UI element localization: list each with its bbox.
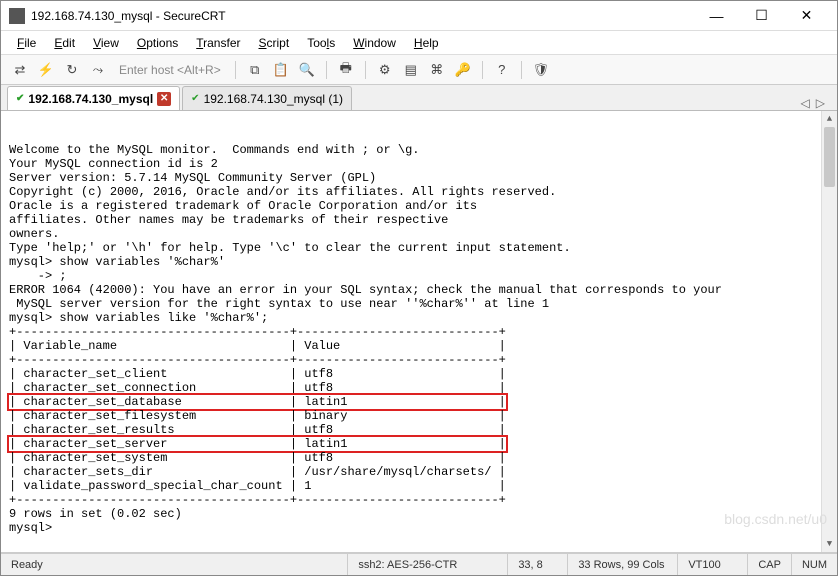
- separator: [521, 61, 522, 79]
- status-check-icon: ✔: [16, 93, 24, 104]
- terminal-line: MySQL server version for the right synta…: [9, 297, 829, 311]
- terminal-line: ERROR 1064 (42000): You have an error in…: [9, 283, 829, 297]
- terminal-line: | character_set_filesystem | binary |: [9, 409, 829, 423]
- menu-transfer[interactable]: Transfer: [188, 34, 248, 52]
- terminal-line: -> ;: [9, 269, 829, 283]
- lock-icon[interactable]: 🔑: [452, 59, 474, 81]
- toolbar: ⇄ ⚡ ↻ ⤳ Enter host <Alt+R> ⧉ 📋 🔍 🖶 ⚙ ▤ ⌘…: [1, 55, 837, 85]
- terminal-line: Oracle is a registered trademark of Orac…: [9, 199, 829, 213]
- help-icon[interactable]: ?: [491, 59, 513, 81]
- scroll-thumb[interactable]: [824, 127, 835, 187]
- terminal-line: mysql> show variables like '%char%';: [9, 311, 829, 325]
- separator: [365, 61, 366, 79]
- menu-script[interactable]: Script: [251, 34, 298, 52]
- terminal-line: +--------------------------------------+…: [9, 493, 829, 507]
- terminal-line: 9 rows in set (0.02 sec): [9, 507, 829, 521]
- disconnect-icon[interactable]: ⤳: [87, 59, 109, 81]
- paste-icon[interactable]: 📋: [270, 59, 292, 81]
- copy-icon[interactable]: ⧉: [244, 59, 266, 81]
- tab-close-icon[interactable]: ✕: [157, 92, 171, 106]
- minimize-button[interactable]: —: [694, 1, 739, 31]
- tabbar: ✔ 192.168.74.130_mysql ✕ ✔ 192.168.74.130_my…: [1, 85, 837, 111]
- terminal-line: +--------------------------------------+…: [9, 353, 829, 367]
- tab-label: 192.168.74.130_mysql (1): [204, 92, 343, 106]
- terminal-line: mysql> show variables '%char%': [9, 255, 829, 269]
- status-num: NUM: [792, 554, 837, 575]
- terminal-line: | character_sets_dir | /usr/share/mysql/…: [9, 465, 829, 479]
- settings-icon[interactable]: ⚙: [374, 59, 396, 81]
- scroll-up-icon[interactable]: ▲: [822, 111, 837, 127]
- terminal-line: | Variable_name | Value |: [9, 339, 829, 353]
- scrollbar-vertical[interactable]: ▲ ▼: [821, 111, 837, 552]
- terminal-line: owners.: [9, 227, 829, 241]
- menu-options[interactable]: Options: [129, 34, 186, 52]
- keymap-icon[interactable]: ⌘: [426, 59, 448, 81]
- terminal-line: Welcome to the MySQL monitor. Commands e…: [9, 143, 829, 157]
- menu-window[interactable]: Window: [345, 34, 404, 52]
- window-controls: — ☐ ✕: [694, 1, 829, 31]
- titlebar: 192.168.74.130_mysql - SecureCRT — ☐ ✕: [1, 1, 837, 31]
- app-icon: [9, 8, 25, 24]
- quick-connect-icon[interactable]: ⚡: [35, 59, 57, 81]
- status-termtype: VT100: [678, 554, 748, 575]
- status-cap: CAP: [748, 554, 792, 575]
- terminal-line: Your MySQL connection id is 2: [9, 157, 829, 171]
- menu-view[interactable]: View: [85, 34, 127, 52]
- tab-nav: ◁ ▷: [795, 96, 831, 110]
- menubar: File Edit View Options Transfer Script T…: [1, 31, 837, 55]
- reconnect-icon[interactable]: ↻: [61, 59, 83, 81]
- terminal-line: Copyright (c) 2000, 2016, Oracle and/or …: [9, 185, 829, 199]
- status-ready: Ready: [1, 554, 348, 575]
- terminal-line: | character_set_system | utf8 |: [9, 451, 829, 465]
- window-title: 192.168.74.130_mysql - SecureCRT: [31, 9, 694, 23]
- statusbar: Ready ssh2: AES-256-CTR 33, 8 33 Rows, 9…: [1, 553, 837, 575]
- terminal-line: +--------------------------------------+…: [9, 325, 829, 339]
- status-check-icon: ✔: [191, 93, 199, 104]
- scroll-down-icon[interactable]: ▼: [822, 536, 837, 552]
- separator: [326, 61, 327, 79]
- host-input[interactable]: Enter host <Alt+R>: [113, 61, 227, 79]
- maximize-button[interactable]: ☐: [739, 1, 784, 31]
- terminal-line: Server version: 5.7.14 MySQL Community S…: [9, 171, 829, 185]
- tab-next-icon[interactable]: ▷: [816, 96, 825, 110]
- terminal[interactable]: Welcome to the MySQL monitor. Commands e…: [1, 111, 837, 553]
- close-button[interactable]: ✕: [784, 1, 829, 31]
- shield-icon[interactable]: 🛡: [530, 59, 552, 81]
- separator: [235, 61, 236, 79]
- terminal-line: | character_set_server | latin1 |: [9, 437, 829, 451]
- terminal-line: | character_set_database | latin1 |: [9, 395, 829, 409]
- status-connection: ssh2: AES-256-CTR: [348, 554, 508, 575]
- session-tab[interactable]: ✔ 192.168.74.130_mysql ✕: [7, 86, 180, 110]
- status-cursor-pos: 33, 8: [508, 554, 568, 575]
- separator: [482, 61, 483, 79]
- menu-edit[interactable]: Edit: [46, 34, 83, 52]
- menu-help[interactable]: Help: [406, 34, 447, 52]
- tab-label: 192.168.74.130_mysql: [28, 92, 153, 106]
- terminal-line: Type 'help;' or '\h' for help. Type '\c'…: [9, 241, 829, 255]
- terminal-line: | validate_password_special_char_count |…: [9, 479, 829, 493]
- print-icon[interactable]: 🖶: [335, 59, 357, 81]
- status-size: 33 Rows, 99 Cols: [568, 554, 678, 575]
- tab-prev-icon[interactable]: ◁: [801, 96, 810, 110]
- find-icon[interactable]: 🔍: [296, 59, 318, 81]
- terminal-line: mysql>: [9, 521, 829, 535]
- terminal-line: | character_set_client | utf8 |: [9, 367, 829, 381]
- menu-file[interactable]: File: [9, 34, 44, 52]
- connect-icon[interactable]: ⇄: [9, 59, 31, 81]
- menu-tools[interactable]: Tools: [299, 34, 343, 52]
- session-tab[interactable]: ✔ 192.168.74.130_mysql (1): [182, 86, 352, 110]
- sessions-icon[interactable]: ▤: [400, 59, 422, 81]
- terminal-line: affiliates. Other names may be trademark…: [9, 213, 829, 227]
